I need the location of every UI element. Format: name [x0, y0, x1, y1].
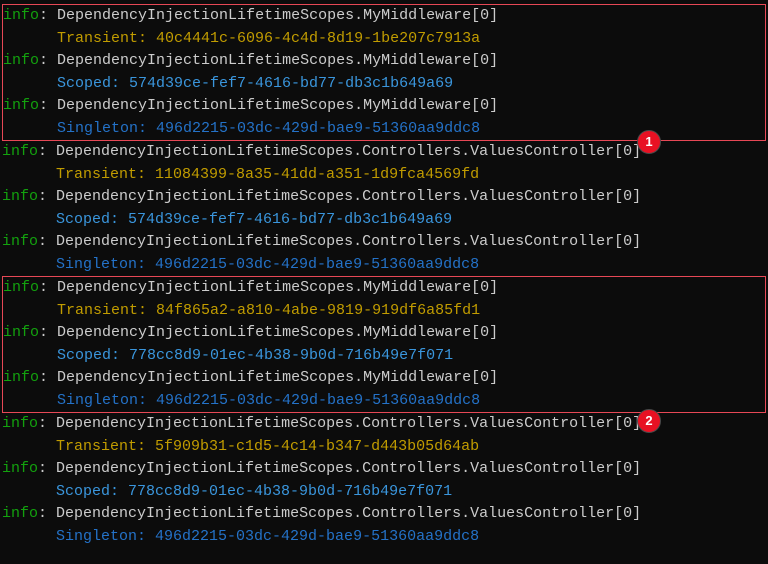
log-detail: Scoped: 778cc8d9-01ec-4b38-9b0d-716b49e7…	[2, 481, 766, 504]
log-source: DependencyInjectionLifetimeScopes.Contro…	[56, 231, 641, 254]
log-detail: Transient: 11084399-8a35-41dd-a351-1d9fc…	[2, 164, 766, 187]
annotation-badge-2: 2	[637, 409, 661, 433]
guid: 778cc8d9-01ec-4b38-9b0d-716b49e7f071	[129, 347, 453, 364]
log-level: info	[3, 367, 39, 390]
lifetime-label: Singleton:	[56, 256, 146, 273]
log-detail: Singleton: 496d2215-03dc-429d-bae9-51360…	[2, 254, 766, 277]
log-level: info	[3, 50, 39, 73]
lifetime-label: Transient:	[57, 302, 147, 319]
log-line: info: DependencyInjectionLifetimeScopes.…	[3, 322, 765, 345]
log-detail: Transient: 5f909b31-c1d5-4c14-b347-d443b…	[2, 436, 766, 459]
guid: 778cc8d9-01ec-4b38-9b0d-716b49e7f071	[128, 483, 452, 500]
log-block-controller-2: info: DependencyInjectionLifetimeScopes.…	[2, 413, 766, 548]
log-level: info	[2, 503, 38, 526]
log-source: DependencyInjectionLifetimeScopes.Contro…	[56, 503, 641, 526]
lifetime-label: Scoped:	[56, 211, 119, 228]
lifetime-label: Transient:	[56, 166, 146, 183]
log-detail: Scoped: 574d39ce-fef7-4616-bd77-db3c1b64…	[3, 73, 765, 96]
lifetime-label: Singleton:	[57, 120, 147, 137]
guid: 5f909b31-c1d5-4c14-b347-d443b05d64ab	[155, 438, 479, 455]
log-block-middleware-2: info: DependencyInjectionLifetimeScopes.…	[2, 276, 766, 413]
guid: 496d2215-03dc-429d-bae9-51360aa9ddc8	[155, 256, 479, 273]
log-level: info	[3, 277, 39, 300]
guid: 11084399-8a35-41dd-a351-1d9fca4569fd	[155, 166, 479, 183]
log-detail: Singleton: 496d2215-03dc-429d-bae9-51360…	[2, 526, 766, 549]
log-level: info	[2, 231, 38, 254]
guid: 496d2215-03dc-429d-bae9-51360aa9ddc8	[155, 528, 479, 545]
log-line: info: DependencyInjectionLifetimeScopes.…	[3, 367, 765, 390]
guid: 40c4441c-6096-4c4d-8d19-1be207c7913a	[156, 30, 480, 47]
log-level: info	[2, 186, 38, 209]
log-line: info: DependencyInjectionLifetimeScopes.…	[3, 277, 765, 300]
guid: 84f865a2-a810-4abe-9819-919df6a85fd1	[156, 302, 480, 319]
lifetime-label: Scoped:	[57, 75, 120, 92]
log-level: info	[3, 322, 39, 345]
log-line: info: DependencyInjectionLifetimeScopes.…	[3, 95, 765, 118]
lifetime-label: Scoped:	[57, 347, 120, 364]
log-level: info	[2, 141, 38, 164]
log-line: info: DependencyInjectionLifetimeScopes.…	[3, 50, 765, 73]
log-level: info	[2, 413, 38, 436]
lifetime-label: Singleton:	[57, 392, 147, 409]
log-detail: Scoped: 574d39ce-fef7-4616-bd77-db3c1b64…	[2, 209, 766, 232]
log-block-middleware-1: info: DependencyInjectionLifetimeScopes.…	[2, 4, 766, 141]
log-line: info: DependencyInjectionLifetimeScopes.…	[2, 458, 766, 481]
lifetime-label: Transient:	[56, 438, 146, 455]
log-line: info: DependencyInjectionLifetimeScopes.…	[2, 231, 766, 254]
log-detail: Transient: 84f865a2-a810-4abe-9819-919df…	[3, 300, 765, 323]
log-detail: Scoped: 778cc8d9-01ec-4b38-9b0d-716b49e7…	[3, 345, 765, 368]
log-source: DependencyInjectionLifetimeScopes.Contro…	[56, 458, 641, 481]
log-block-controller-1: info: DependencyInjectionLifetimeScopes.…	[2, 141, 766, 276]
log-source: DependencyInjectionLifetimeScopes.MyMidd…	[57, 322, 498, 345]
annotation-badge-1: 1	[637, 130, 661, 154]
log-source: DependencyInjectionLifetimeScopes.Contro…	[56, 413, 641, 436]
log-level: info	[3, 95, 39, 118]
guid: 496d2215-03dc-429d-bae9-51360aa9ddc8	[156, 120, 480, 137]
log-level: info	[2, 458, 38, 481]
log-detail: Transient: 40c4441c-6096-4c4d-8d19-1be20…	[3, 28, 765, 51]
log-source: DependencyInjectionLifetimeScopes.MyMidd…	[57, 277, 498, 300]
colon: :	[39, 5, 57, 28]
log-source: DependencyInjectionLifetimeScopes.MyMidd…	[57, 50, 498, 73]
lifetime-label: Scoped:	[56, 483, 119, 500]
log-line: info: DependencyInjectionLifetimeScopes.…	[2, 186, 766, 209]
guid: 496d2215-03dc-429d-bae9-51360aa9ddc8	[156, 392, 480, 409]
log-line: info: DependencyInjectionLifetimeScopes.…	[2, 503, 766, 526]
log-source: DependencyInjectionLifetimeScopes.MyMidd…	[57, 95, 498, 118]
log-source: DependencyInjectionLifetimeScopes.Contro…	[56, 186, 641, 209]
log-source: DependencyInjectionLifetimeScopes.MyMidd…	[57, 367, 498, 390]
log-level: info	[3, 5, 39, 28]
log-line: info: DependencyInjectionLifetimeScopes.…	[3, 5, 765, 28]
guid: 574d39ce-fef7-4616-bd77-db3c1b649a69	[128, 211, 452, 228]
lifetime-label: Transient:	[57, 30, 147, 47]
log-source: DependencyInjectionLifetimeScopes.MyMidd…	[57, 5, 498, 28]
log-source: DependencyInjectionLifetimeScopes.Contro…	[56, 141, 641, 164]
guid: 574d39ce-fef7-4616-bd77-db3c1b649a69	[129, 75, 453, 92]
lifetime-label: Singleton:	[56, 528, 146, 545]
